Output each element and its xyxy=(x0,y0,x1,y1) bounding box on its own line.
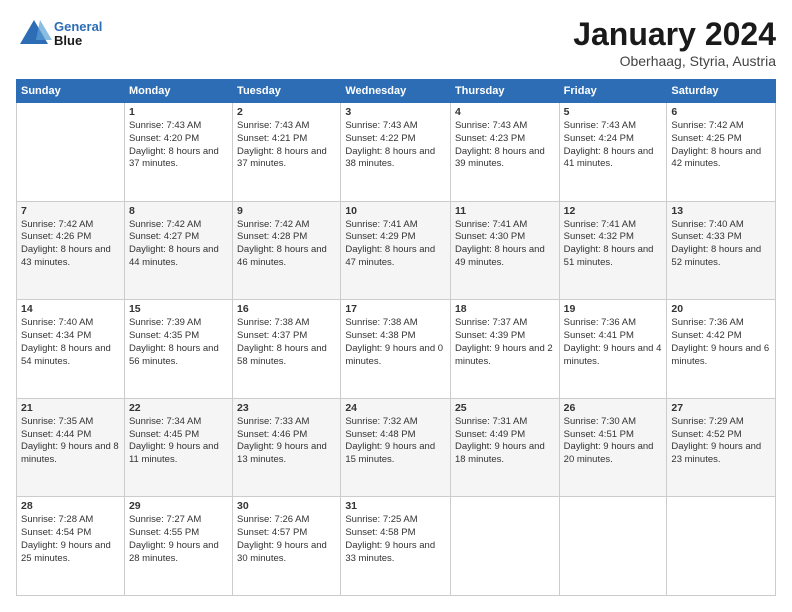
week-row-4: 21Sunrise: 7:35 AMSunset: 4:44 PMDayligh… xyxy=(17,398,776,497)
calendar-page: General Blue January 2024 Oberhaag, Styr… xyxy=(0,0,792,612)
logo-icon xyxy=(16,16,52,52)
day-cell: 16Sunrise: 7:38 AMSunset: 4:37 PMDayligh… xyxy=(233,300,341,399)
day-cell: 10Sunrise: 7:41 AMSunset: 4:29 PMDayligh… xyxy=(341,201,451,300)
day-cell xyxy=(667,497,776,596)
col-wednesday: Wednesday xyxy=(341,80,451,103)
day-cell: 4Sunrise: 7:43 AMSunset: 4:23 PMDaylight… xyxy=(450,103,559,202)
day-cell: 29Sunrise: 7:27 AMSunset: 4:55 PMDayligh… xyxy=(124,497,232,596)
day-cell: 18Sunrise: 7:37 AMSunset: 4:39 PMDayligh… xyxy=(450,300,559,399)
week-row-3: 14Sunrise: 7:40 AMSunset: 4:34 PMDayligh… xyxy=(17,300,776,399)
day-cell: 19Sunrise: 7:36 AMSunset: 4:41 PMDayligh… xyxy=(559,300,667,399)
logo: General Blue xyxy=(16,16,102,52)
day-cell: 9Sunrise: 7:42 AMSunset: 4:28 PMDaylight… xyxy=(233,201,341,300)
day-cell: 23Sunrise: 7:33 AMSunset: 4:46 PMDayligh… xyxy=(233,398,341,497)
header-row: Sunday Monday Tuesday Wednesday Thursday… xyxy=(17,80,776,103)
col-friday: Friday xyxy=(559,80,667,103)
day-cell: 24Sunrise: 7:32 AMSunset: 4:48 PMDayligh… xyxy=(341,398,451,497)
day-cell: 8Sunrise: 7:42 AMSunset: 4:27 PMDaylight… xyxy=(124,201,232,300)
header: General Blue January 2024 Oberhaag, Styr… xyxy=(16,16,776,69)
logo-text: General Blue xyxy=(54,20,102,49)
location-subtitle: Oberhaag, Styria, Austria xyxy=(573,53,776,69)
day-cell: 2Sunrise: 7:43 AMSunset: 4:21 PMDaylight… xyxy=(233,103,341,202)
day-cell: 30Sunrise: 7:26 AMSunset: 4:57 PMDayligh… xyxy=(233,497,341,596)
day-cell: 1Sunrise: 7:43 AMSunset: 4:20 PMDaylight… xyxy=(124,103,232,202)
day-cell: 11Sunrise: 7:41 AMSunset: 4:30 PMDayligh… xyxy=(450,201,559,300)
col-sunday: Sunday xyxy=(17,80,125,103)
day-cell: 14Sunrise: 7:40 AMSunset: 4:34 PMDayligh… xyxy=(17,300,125,399)
day-cell: 27Sunrise: 7:29 AMSunset: 4:52 PMDayligh… xyxy=(667,398,776,497)
day-cell: 25Sunrise: 7:31 AMSunset: 4:49 PMDayligh… xyxy=(450,398,559,497)
day-cell: 13Sunrise: 7:40 AMSunset: 4:33 PMDayligh… xyxy=(667,201,776,300)
day-cell: 31Sunrise: 7:25 AMSunset: 4:58 PMDayligh… xyxy=(341,497,451,596)
day-cell: 5Sunrise: 7:43 AMSunset: 4:24 PMDaylight… xyxy=(559,103,667,202)
day-cell: 17Sunrise: 7:38 AMSunset: 4:38 PMDayligh… xyxy=(341,300,451,399)
week-row-1: 1Sunrise: 7:43 AMSunset: 4:20 PMDaylight… xyxy=(17,103,776,202)
col-thursday: Thursday xyxy=(450,80,559,103)
day-cell: 3Sunrise: 7:43 AMSunset: 4:22 PMDaylight… xyxy=(341,103,451,202)
week-row-2: 7Sunrise: 7:42 AMSunset: 4:26 PMDaylight… xyxy=(17,201,776,300)
day-cell: 21Sunrise: 7:35 AMSunset: 4:44 PMDayligh… xyxy=(17,398,125,497)
day-cell: 28Sunrise: 7:28 AMSunset: 4:54 PMDayligh… xyxy=(17,497,125,596)
day-cell: 20Sunrise: 7:36 AMSunset: 4:42 PMDayligh… xyxy=(667,300,776,399)
calendar-table: Sunday Monday Tuesday Wednesday Thursday… xyxy=(16,79,776,596)
week-row-5: 28Sunrise: 7:28 AMSunset: 4:54 PMDayligh… xyxy=(17,497,776,596)
title-block: January 2024 Oberhaag, Styria, Austria xyxy=(573,16,776,69)
col-monday: Monday xyxy=(124,80,232,103)
day-cell: 7Sunrise: 7:42 AMSunset: 4:26 PMDaylight… xyxy=(17,201,125,300)
day-cell: 26Sunrise: 7:30 AMSunset: 4:51 PMDayligh… xyxy=(559,398,667,497)
day-cell xyxy=(17,103,125,202)
day-cell: 15Sunrise: 7:39 AMSunset: 4:35 PMDayligh… xyxy=(124,300,232,399)
col-saturday: Saturday xyxy=(667,80,776,103)
day-cell xyxy=(559,497,667,596)
day-cell: 22Sunrise: 7:34 AMSunset: 4:45 PMDayligh… xyxy=(124,398,232,497)
month-title: January 2024 xyxy=(573,16,776,53)
day-cell: 12Sunrise: 7:41 AMSunset: 4:32 PMDayligh… xyxy=(559,201,667,300)
day-cell xyxy=(450,497,559,596)
col-tuesday: Tuesday xyxy=(233,80,341,103)
day-cell: 6Sunrise: 7:42 AMSunset: 4:25 PMDaylight… xyxy=(667,103,776,202)
